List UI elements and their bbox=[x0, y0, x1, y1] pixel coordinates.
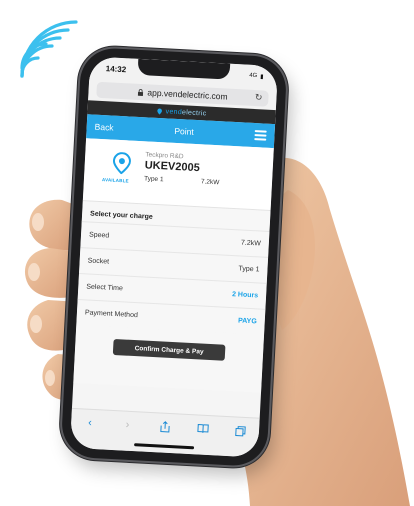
forward-arrow-icon[interactable]: › bbox=[120, 417, 135, 432]
charge-point-id: UKEV2005 bbox=[144, 159, 201, 175]
browser-toolbar: ‹ › bbox=[69, 407, 260, 458]
smartphone: 14:32 4G ▮ app.vendelectric.com ↻ vendel… bbox=[60, 46, 288, 468]
bookmarks-icon[interactable] bbox=[195, 421, 210, 436]
charge-point-card: AVAILABLE Teckpro R&D UKEV2005 Type 1 7.… bbox=[82, 138, 274, 211]
hamburger-icon[interactable] bbox=[254, 130, 267, 141]
back-arrow-icon[interactable]: ‹ bbox=[83, 415, 98, 430]
url-text: app.vendelectric.com bbox=[147, 87, 228, 102]
contactless-wifi-icon bbox=[20, 20, 78, 78]
row-value: 7.2kW bbox=[240, 239, 261, 248]
vend-logo-icon bbox=[157, 108, 162, 115]
page-title: Point bbox=[174, 125, 194, 137]
brand-name-vend: vend bbox=[165, 107, 183, 116]
row-label: Payment Method bbox=[84, 309, 138, 320]
confirm-charge-button[interactable]: Confirm Charge & Pay bbox=[112, 338, 226, 361]
battery-icon: ▮ bbox=[260, 73, 264, 80]
brand-name-electric: electric bbox=[181, 108, 207, 118]
tabs-icon[interactable] bbox=[233, 423, 248, 438]
share-icon[interactable] bbox=[158, 419, 173, 434]
row-value: Type 1 bbox=[238, 265, 260, 274]
map-pin-icon bbox=[112, 152, 131, 175]
row-label: Select Time bbox=[86, 283, 124, 293]
lock-icon bbox=[137, 88, 143, 96]
phone-screen: 14:32 4G ▮ app.vendelectric.com ↻ vendel… bbox=[69, 56, 279, 458]
power-rating: 7.2kW bbox=[200, 178, 220, 187]
payment-method-selector[interactable]: PAYG bbox=[238, 317, 257, 325]
row-label: Speed bbox=[88, 231, 110, 240]
back-button[interactable]: Back bbox=[94, 122, 113, 133]
status-badge: AVAILABLE bbox=[101, 177, 129, 184]
status-time: 14:32 bbox=[105, 63, 127, 74]
time-selector[interactable]: 2 Hours bbox=[232, 291, 258, 299]
home-indicator[interactable] bbox=[134, 443, 195, 450]
reload-icon[interactable]: ↻ bbox=[255, 92, 263, 103]
row-label: Socket bbox=[87, 257, 110, 266]
socket-type: Type 1 bbox=[143, 175, 164, 184]
signal-text: 4G bbox=[249, 72, 258, 80]
